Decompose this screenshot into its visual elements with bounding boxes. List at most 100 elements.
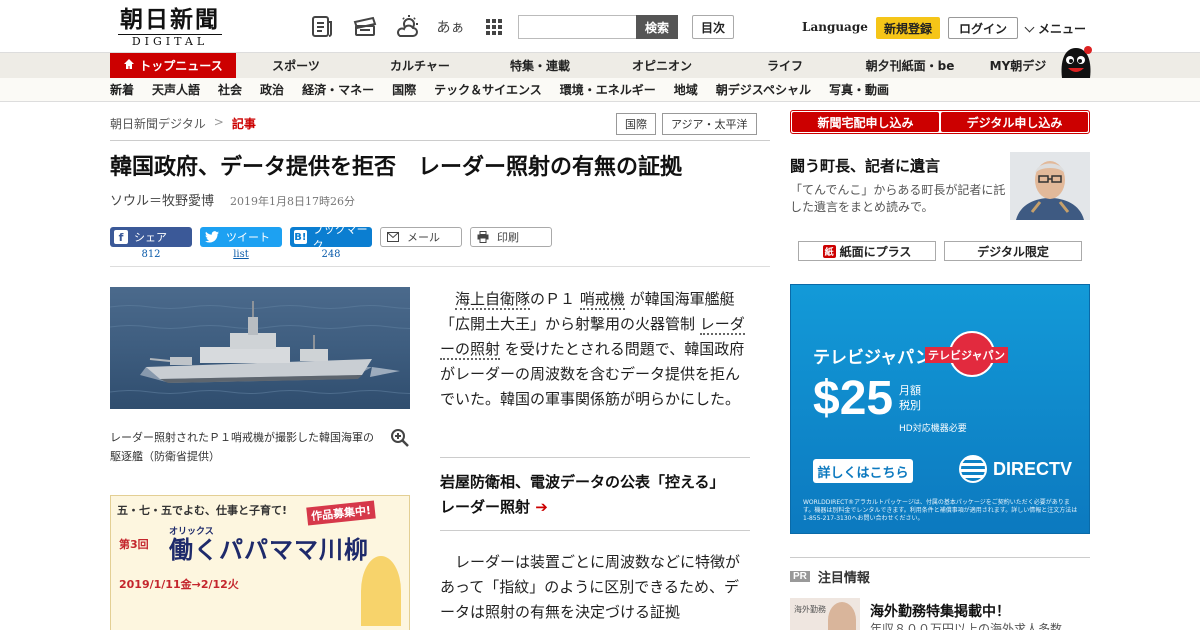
article-paragraph-1: 海上自衛隊のＰ１ 哨戒機 が韓国海軍艦艇「広開土大王」から射撃用の火器管制 レー… (440, 287, 750, 412)
pr-section-label: 注目情報 (817, 571, 870, 586)
nav-culture[interactable]: カルチャー (370, 53, 470, 79)
hatena-bookmark-count: 248 (321, 249, 341, 260)
ad-provider-name: DIRECTV (993, 458, 1073, 479)
feature-description[interactable]: 「てんでんこ」からある町長が記者に託した遺言をまとめ読みで。 (790, 182, 1006, 216)
ticket-icon[interactable] (343, 13, 386, 41)
ad-price-terms: 月額 税別 (899, 383, 921, 413)
advertisement-directv[interactable]: テレビジャパン テレビジャパン $25 月額 税別 HD対応機器必要 詳しくはこ… (790, 284, 1090, 534)
facebook-share-button[interactable]: f シェア (110, 227, 192, 247)
twitter-share-label: ツイート (226, 231, 270, 244)
nav-top-news[interactable]: トップニュース (110, 53, 236, 79)
mail-share-button[interactable]: メール (380, 227, 462, 247)
home-icon (123, 53, 135, 79)
nav-life[interactable]: ライフ (735, 53, 835, 79)
breadcrumb-current: 記事 (231, 117, 256, 131)
divider (790, 557, 1090, 558)
pr-section-header: PR 注目情報 (790, 567, 870, 586)
mail-icon (385, 229, 401, 245)
ad-tv-logo-text: テレビジャパン (925, 347, 1008, 363)
breadcrumb-home[interactable]: 朝日新聞デジタル (110, 115, 206, 132)
article-photo[interactable] (110, 287, 410, 409)
nav2-item[interactable]: 経済・マネー (302, 78, 374, 101)
nav2-item[interactable]: テック＆サイエンス (434, 78, 542, 101)
weather-icon[interactable] (386, 13, 429, 41)
nav2-item[interactable]: 社会 (218, 78, 242, 101)
tag-international[interactable]: 国際 (616, 113, 656, 135)
nav2-item[interactable]: 天声人語 (152, 78, 200, 101)
ad-illustration (361, 556, 401, 626)
nav-features[interactable]: 特集・連載 (490, 53, 590, 79)
ad-badge: 作品募集中! (306, 500, 376, 526)
pr-thumbnail[interactable]: 海外勤務 (790, 598, 860, 630)
ad-tagline: 五・七・五でよむ、仕事と子育て! (117, 504, 288, 517)
apps-grid-icon[interactable] (472, 13, 515, 41)
divider (440, 530, 750, 531)
ad-title: 働くパパママ川柳 (169, 536, 369, 564)
digital-only-button[interactable]: デジタル限定 (944, 241, 1082, 261)
mail-share-label: メール (407, 231, 440, 244)
chevron-down-icon (1024, 22, 1035, 32)
article-paragraph-2: レーダーは装置ごとに周波数などに特徴があって「指紋」のように区別できるため、デー… (440, 553, 741, 621)
print-button[interactable]: 印刷 (470, 227, 552, 247)
mascot-icon[interactable] (1056, 42, 1094, 80)
nav2-item[interactable]: 地域 (674, 78, 698, 101)
pr-title[interactable]: 海外勤務特集掲載中！ (870, 601, 1010, 621)
logo-main: 朝日新聞 (120, 6, 220, 33)
ad-hd-note: HD対応機器必要 (899, 424, 967, 434)
nav2-item[interactable]: 国際 (392, 78, 416, 101)
nav-my-asadigi[interactable]: MY朝デジ (978, 53, 1058, 79)
nav2-item[interactable]: 朝デジスペシャル (716, 78, 811, 101)
font-size-icon[interactable]: あぁ (429, 13, 472, 41)
nav-paper-edition[interactable]: 朝夕刊紙面・be (850, 53, 970, 79)
keyword-link-patrol-aircraft[interactable]: 哨戒機 (579, 290, 625, 310)
twitter-share-button[interactable]: ツイート (200, 227, 282, 247)
keyword-link-msdf[interactable]: 海上自衛隊 (455, 290, 531, 310)
divider (440, 457, 750, 458)
pr-thumbnail-person (828, 602, 856, 630)
article-tags: 国際 アジア・太平洋 (616, 113, 757, 135)
ad-cta-button[interactable]: 詳しくはこちら (813, 459, 913, 483)
site-header: 朝日新聞 DIGITAL あぁ 検索 目次 Language 新規登録 ログイン… (0, 0, 1200, 52)
login-button[interactable]: ログイン (948, 17, 1018, 39)
digital-subscribe-button[interactable]: デジタル申し込み (941, 112, 1088, 132)
zoom-in-icon[interactable] (390, 428, 410, 448)
paper-plus-button[interactable]: 紙 紙面にプラス (798, 241, 936, 261)
feature-title[interactable]: 闘う町長、記者に遺言 (790, 155, 940, 176)
search-form: 検索 (518, 15, 678, 39)
tag-asia-pacific[interactable]: アジア・太平洋 (662, 113, 757, 135)
primary-nav: トップニュース スポーツ カルチャー 特集・連載 オピニオン ライフ 朝夕刊紙面… (0, 52, 1200, 79)
search-input[interactable] (518, 15, 636, 39)
menu-button[interactable]: メニュー (1024, 20, 1087, 37)
menu-label: メニュー (1038, 22, 1087, 36)
search-button[interactable]: 検索 (636, 15, 678, 39)
nav2-item[interactable]: 環境・エネルギー (560, 78, 656, 101)
ad-provider: DIRECTV (959, 455, 1072, 483)
related-article-link[interactable]: 岩屋防衛相、電波データの公表「控える」 レーダー照射 ➔ (440, 470, 740, 520)
hatena-bookmark-button[interactable]: B! ブックマーク (290, 223, 372, 252)
divider (110, 266, 770, 267)
nav-sports[interactable]: スポーツ (246, 53, 346, 79)
newspaper-subscribe-button[interactable]: 新聞宅配申し込み (792, 112, 939, 132)
newspaper-icon[interactable] (300, 13, 343, 41)
ad-period: 2019/1/11金→2/12火 (119, 578, 239, 591)
toc-button[interactable]: 目次 (692, 15, 734, 39)
register-button[interactable]: 新規登録 (876, 17, 940, 39)
divider (110, 140, 770, 141)
article-byline: ソウル＝牧野愛博 2019年1月8日17時26分 (110, 190, 355, 209)
nav2-item[interactable]: 政治 (260, 78, 284, 101)
twitter-list-link[interactable]: list (200, 249, 282, 260)
pr-badge: PR (790, 571, 810, 582)
language-link[interactable]: Language (802, 20, 868, 34)
advertisement-senryu[interactable]: 五・七・五でよむ、仕事と子育て! 作品募集中! 第3回 オリックス 働くパパママ… (110, 495, 410, 630)
site-logo[interactable]: 朝日新聞 DIGITAL (110, 6, 230, 48)
nav2-item[interactable]: 写真・動画 (829, 78, 889, 101)
author: ソウル＝牧野愛博 (110, 194, 215, 209)
nav-opinion[interactable]: オピニオン (612, 53, 712, 79)
text-fragment: のＰ１ (530, 290, 576, 308)
facebook-share-count: 812 (141, 249, 161, 260)
nav2-item[interactable]: 新着 (110, 78, 134, 101)
feature-photo[interactable] (1010, 152, 1090, 220)
ad-round: 第3回 (119, 538, 149, 551)
pr-thumbnail-text: 海外勤務 (794, 605, 826, 614)
pr-subtitle[interactable]: 年収８００万円以上の海外求人多数 (870, 620, 1062, 630)
